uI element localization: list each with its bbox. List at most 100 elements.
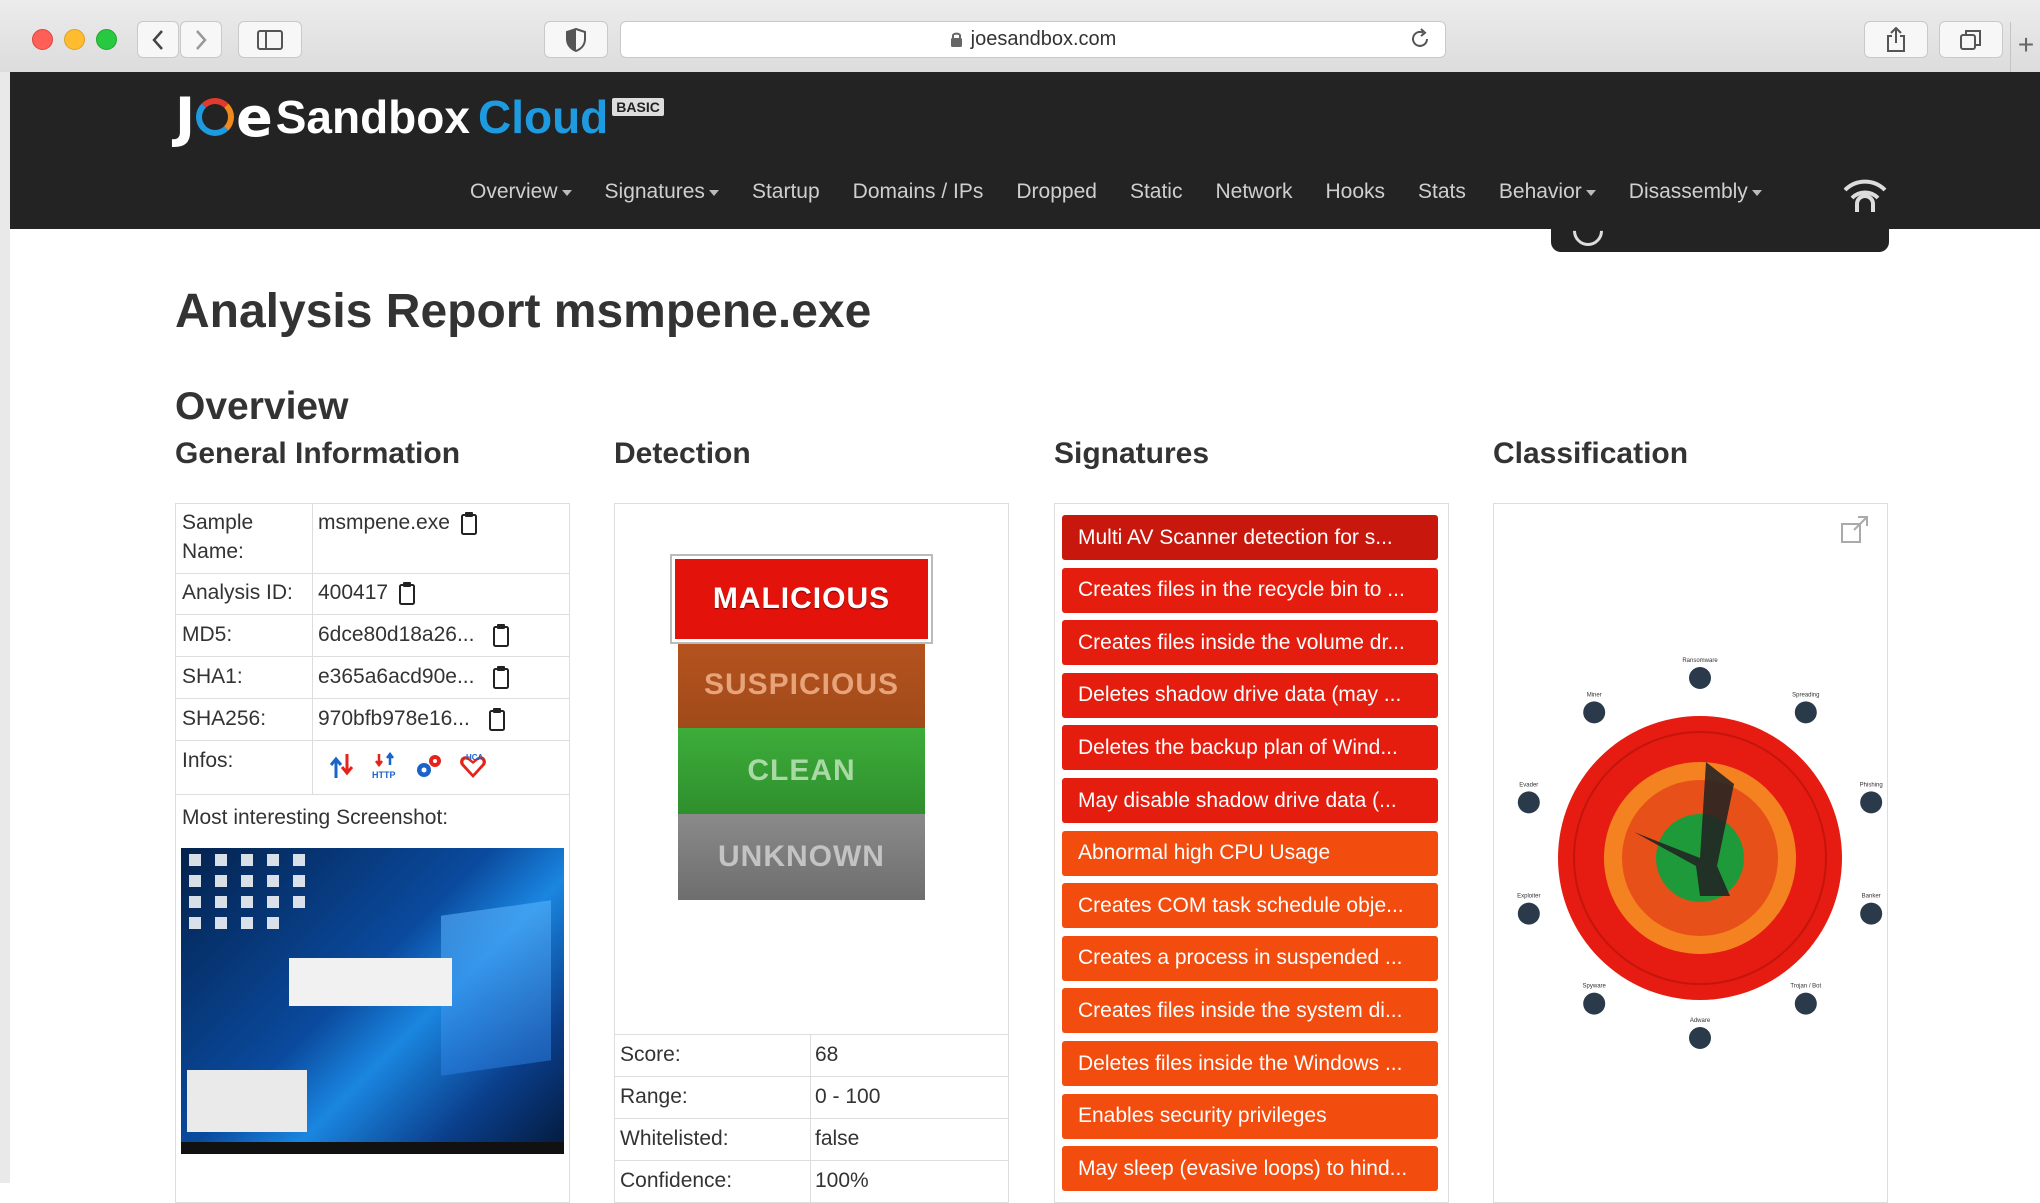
- clipboard-icon[interactable]: [398, 581, 416, 605]
- signature-item[interactable]: Abnormal high CPU Usage: [1062, 830, 1438, 876]
- gears-icon[interactable]: [414, 752, 444, 780]
- general-info-panel: Sample Name: msmpene.exe Analysis ID: 40…: [175, 503, 570, 1203]
- category-glyph: [1689, 667, 1711, 689]
- info-key: Analysis ID:: [182, 581, 293, 604]
- column-divider: [312, 504, 313, 573]
- joe-sandbox-logo[interactable]: J e Sandbox Cloud BASIC: [175, 82, 664, 152]
- privacy-report-button[interactable]: [544, 21, 608, 58]
- nav-dropped[interactable]: Dropped: [1016, 180, 1097, 204]
- desktop-icon: [293, 896, 305, 908]
- detection-level-clean: CLEAN: [678, 728, 925, 814]
- signature-item[interactable]: Deletes shadow drive data (may ...: [1062, 672, 1438, 718]
- forward-button[interactable]: [180, 21, 222, 58]
- signature-item[interactable]: May sleep (evasive loops) to hind...: [1062, 1146, 1438, 1192]
- info-row-screenshot: Most interesting Screenshot:: [176, 794, 570, 844]
- column-divider: [312, 740, 313, 794]
- new-tab-button[interactable]: +: [2010, 22, 2040, 72]
- logo-ring-icon: [196, 98, 235, 136]
- back-button[interactable]: [137, 21, 179, 58]
- desktop-icon: [241, 875, 253, 887]
- network-arrows-icon[interactable]: [328, 752, 356, 780]
- hca-icon[interactable]: HCA: [458, 752, 488, 780]
- http-icon[interactable]: HTTP: [370, 752, 400, 780]
- category-label: Spreading: [1792, 692, 1819, 698]
- signature-item[interactable]: Creates files inside the system di...: [1062, 988, 1438, 1034]
- signature-item[interactable]: Deletes the backup plan of Wind...: [1062, 725, 1438, 771]
- sidebar-toggle-button[interactable]: [238, 21, 302, 58]
- share-icon: [1887, 26, 1905, 52]
- info-row-sample-name: Sample Name: msmpene.exe: [176, 504, 570, 574]
- zoom-window-button[interactable]: [96, 29, 117, 50]
- detection-row-whitelisted: Whitelisted: false: [615, 1118, 1008, 1160]
- category-glyph: [1583, 992, 1606, 1015]
- caret-down-icon: [561, 190, 572, 196]
- nav-network[interactable]: Network: [1215, 180, 1292, 204]
- category-miner-icon: Miner: [1583, 692, 1606, 724]
- signature-item[interactable]: Creates a process in suspended ...: [1062, 935, 1438, 981]
- category-glyph: [1860, 791, 1883, 814]
- desktop-icon: [189, 917, 201, 929]
- sha256-value: 970bfb978e16...: [318, 707, 470, 730]
- signature-item[interactable]: Enables security privileges: [1062, 1093, 1438, 1139]
- signature-item[interactable]: Creates files in the recycle bin to ...: [1062, 567, 1438, 613]
- live-stream-icon[interactable]: [1840, 172, 1890, 216]
- category-banker-icon: Banker: [1860, 894, 1883, 925]
- nav-overview[interactable]: Overview: [470, 180, 572, 204]
- nav-startup[interactable]: Startup: [752, 180, 820, 204]
- desktop-icons: [189, 854, 311, 929]
- detection-key: Confidence:: [620, 1169, 733, 1192]
- clipboard-icon[interactable]: [492, 665, 510, 689]
- desktop-icon: [267, 896, 279, 908]
- infos-icons: HTTP HCA: [328, 752, 488, 780]
- nav-stats[interactable]: Stats: [1418, 180, 1466, 204]
- clipboard-icon[interactable]: [488, 707, 506, 731]
- desktop-icon: [267, 917, 279, 929]
- reload-icon[interactable]: [1409, 28, 1431, 50]
- category-label: Miner: [1587, 692, 1602, 698]
- nav-static[interactable]: Static: [1130, 180, 1183, 204]
- clipboard-icon[interactable]: [492, 623, 510, 647]
- logo-sandbox-text: Sandbox: [275, 91, 470, 143]
- clipboard-icon[interactable]: [460, 511, 478, 535]
- signature-item[interactable]: Deletes files inside the Windows ...: [1062, 1041, 1438, 1086]
- category-glyph: [1517, 791, 1540, 814]
- desktop-icon: [293, 854, 305, 866]
- signature-item[interactable]: May disable shadow drive data (...: [1062, 778, 1438, 823]
- signature-item[interactable]: Creates COM task schedule obje...: [1062, 883, 1438, 929]
- page-title: Analysis Report msmpene.exe: [175, 285, 872, 338]
- shield-icon: [566, 27, 586, 52]
- signature-item[interactable]: Creates files inside the volume dr...: [1062, 620, 1438, 666]
- nav-label: Stats: [1418, 180, 1466, 203]
- expand-icon[interactable]: [1840, 514, 1870, 544]
- malware-screenshot-thumbnail[interactable]: [181, 848, 564, 1154]
- windows-logo-graphic: [441, 900, 551, 1076]
- desktop-icon: [293, 875, 305, 887]
- minimize-window-button[interactable]: [64, 29, 85, 50]
- live-panel-tab[interactable]: [1551, 209, 1889, 253]
- nav-hooks[interactable]: Hooks: [1326, 180, 1386, 204]
- nav-domains-ips[interactable]: Domains / IPs: [853, 180, 984, 204]
- address-bar[interactable]: joesandbox.com: [620, 21, 1446, 58]
- close-window-button[interactable]: [32, 29, 53, 50]
- detection-stats-table: Score: 68 Range: 0 - 100 Whitelisted: false…: [615, 1034, 1008, 1202]
- info-row-analysis-id: Analysis ID: 400417: [176, 573, 570, 615]
- md5-value: 6dce80d18a26...: [318, 623, 475, 646]
- http-label: HTTP: [372, 770, 396, 780]
- desktop-icon: [189, 875, 201, 887]
- tab-overview-button[interactable]: [1939, 21, 2003, 58]
- category-label: Banker: [1862, 894, 1881, 900]
- info-key: Sample Name:: [182, 511, 254, 563]
- column-divider: [312, 656, 313, 698]
- nav-disassembly[interactable]: Disassembly: [1629, 180, 1762, 204]
- category-spyware-icon: Spyware: [1583, 984, 1607, 1015]
- confidence-value: 100%: [815, 1169, 869, 1192]
- category-label: Spyware: [1583, 984, 1607, 990]
- nav-behavior[interactable]: Behavior: [1499, 180, 1596, 204]
- info-row-sha256: SHA256: 970bfb978e16...: [176, 698, 570, 741]
- category-adware-icon: Adware: [1689, 1018, 1711, 1049]
- info-key: MD5:: [182, 623, 233, 646]
- share-button[interactable]: [1864, 21, 1928, 58]
- desktop-icon: [215, 896, 227, 908]
- nav-signatures[interactable]: Signatures: [605, 180, 719, 204]
- signature-item[interactable]: Multi AV Scanner detection for s...: [1062, 515, 1438, 560]
